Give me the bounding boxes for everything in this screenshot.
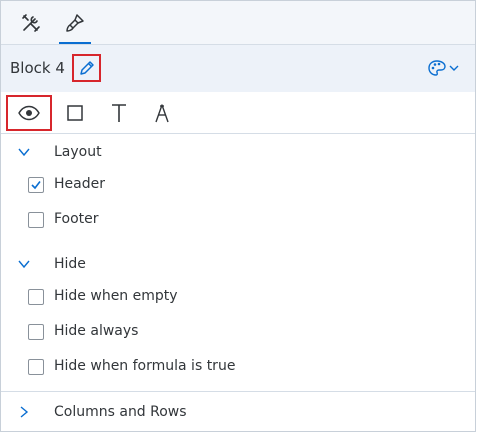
border-box-icon <box>67 105 83 121</box>
block-title: Block 4 <box>10 59 65 77</box>
option-hide-when-formula-label: Hide when formula is true <box>54 358 236 374</box>
section-hide-label: Hide <box>54 256 86 272</box>
section-divider <box>1 391 475 392</box>
hide-when-empty-checkbox[interactable] <box>28 289 44 305</box>
paintbrush-icon <box>66 13 84 32</box>
tab-format[interactable] <box>53 1 97 44</box>
checkmark-icon <box>31 181 41 190</box>
option-header[interactable]: Header <box>1 174 475 198</box>
option-hide-when-empty-label: Hide when empty <box>54 288 178 304</box>
option-header-label: Header <box>54 176 105 192</box>
option-hide-always[interactable]: Hide always <box>1 321 475 345</box>
text-icon <box>112 104 126 122</box>
edit-block-name-button[interactable] <box>72 54 101 82</box>
tab-tools[interactable] <box>9 1 53 44</box>
section-columns-rows-label: Columns and Rows <box>54 404 187 420</box>
tab-text[interactable] <box>99 97 139 129</box>
hide-always-checkbox[interactable] <box>28 324 44 340</box>
hide-when-formula-checkbox[interactable] <box>28 359 44 375</box>
tab-visibility[interactable] <box>6 95 52 131</box>
option-footer[interactable]: Footer <box>1 209 475 233</box>
section-layout-label: Layout <box>54 144 102 160</box>
section-hide[interactable]: Hide <box>1 251 475 277</box>
text-style-icon <box>155 104 169 123</box>
chevron-down-icon <box>449 65 459 71</box>
footer-checkbox[interactable] <box>28 212 44 228</box>
palette-icon <box>428 60 446 76</box>
eye-icon <box>18 105 40 121</box>
header-checkbox[interactable] <box>28 177 44 193</box>
option-hide-when-formula[interactable]: Hide when formula is true <box>1 356 475 380</box>
tools-icon <box>22 13 40 32</box>
pencil-icon <box>79 61 94 75</box>
chevron-down-icon <box>18 148 30 157</box>
option-hide-always-label: Hide always <box>54 323 139 339</box>
format-panel: Block 4 Layout Header Footer Hide Hide w… <box>0 0 476 432</box>
tab-text-style[interactable] <box>142 97 182 129</box>
panel-tab-bar <box>1 1 475 45</box>
chevron-down-icon <box>18 260 30 269</box>
option-hide-when-empty[interactable]: Hide when empty <box>1 286 475 310</box>
section-columns-rows[interactable]: Columns and Rows <box>1 399 475 425</box>
chevron-right-icon <box>20 406 29 418</box>
option-footer-label: Footer <box>54 211 99 227</box>
theme-palette-button[interactable] <box>425 57 461 79</box>
section-layout[interactable]: Layout <box>1 139 475 165</box>
tab-border[interactable] <box>55 97 95 129</box>
